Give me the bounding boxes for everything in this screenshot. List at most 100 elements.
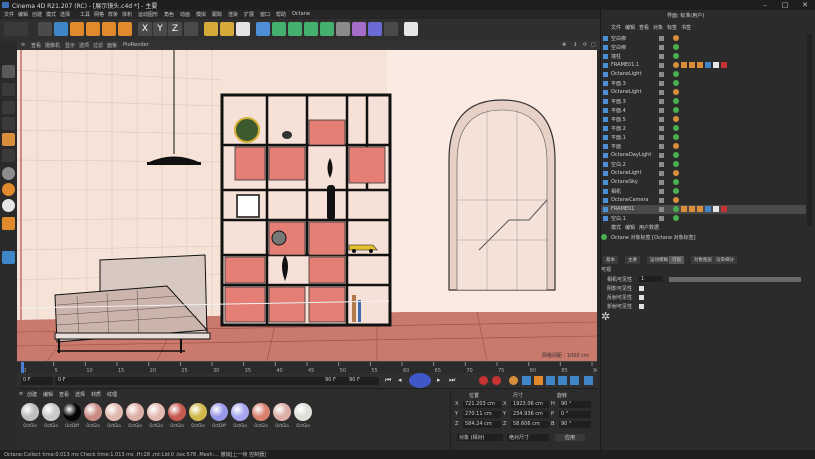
cube-icon[interactable]: [256, 22, 270, 36]
coord-position-field[interactable]: 721.203 cm: [463, 401, 501, 408]
object-tag-icon[interactable]: [673, 53, 679, 59]
sculpt-icon[interactable]: [2, 183, 15, 196]
object-row[interactable]: 空白.2: [601, 160, 806, 169]
material-swatch[interactable]: [84, 403, 102, 421]
object-tag-icon[interactable]: [673, 188, 679, 194]
object-row[interactable]: 平面.4: [601, 106, 806, 115]
object-tag-icon[interactable]: [673, 107, 679, 113]
object-row[interactable]: 平面.1: [601, 133, 806, 142]
material-tag-icon[interactable]: [705, 206, 711, 212]
attr-checkbox[interactable]: [639, 286, 644, 291]
coord-size-field[interactable]: 1923.06 cm: [511, 401, 549, 408]
workplane-icon[interactable]: [2, 199, 15, 212]
object-row[interactable]: 平面.2: [601, 124, 806, 133]
object-row[interactable]: 平面.3: [601, 79, 806, 88]
attr-tab[interactable]: 渲染细分: [713, 256, 737, 264]
object-row[interactable]: 墙柱: [601, 52, 806, 61]
visibility-toggle[interactable]: [659, 189, 664, 194]
scale-tool-icon[interactable]: [70, 22, 84, 36]
menu-mesh[interactable]: 网格: [94, 11, 104, 18]
visibility-toggle[interactable]: [659, 81, 664, 86]
attr-slider[interactable]: [669, 277, 801, 282]
visibility-toggle[interactable]: [659, 198, 664, 203]
visibility-toggle[interactable]: [659, 54, 664, 59]
coord-mode-select[interactable]: 对象 (相对): [457, 434, 503, 441]
coord-rotation-field[interactable]: 90 °: [559, 421, 591, 428]
material-tag-icon[interactable]: [713, 206, 719, 212]
auto-key-icon[interactable]: [492, 376, 501, 385]
material-menu-edit[interactable]: 编辑: [43, 391, 53, 398]
play-button[interactable]: [409, 373, 431, 388]
go-to-start-icon[interactable]: ⏮: [385, 376, 394, 385]
octane-light-icon[interactable]: [404, 22, 418, 36]
render-view-icon[interactable]: [204, 22, 218, 36]
menu-extensions[interactable]: 扩展: [244, 11, 254, 18]
object-row[interactable]: OctaneDayLight: [601, 151, 806, 160]
attr-tab[interactable]: 可视: [669, 256, 684, 264]
object-row[interactable]: OctaneSky: [601, 178, 806, 187]
viewport-menu-options[interactable]: 选项: [79, 42, 89, 49]
coord-tool-icon[interactable]: [118, 22, 132, 36]
object-row[interactable]: 平面.3: [601, 97, 806, 106]
menu-window[interactable]: 窗口: [260, 11, 270, 18]
record-icon[interactable]: [479, 376, 488, 385]
points-mode-icon[interactable]: [2, 101, 15, 114]
material-tag-icon[interactable]: [681, 62, 687, 68]
visibility-toggle[interactable]: [659, 135, 664, 140]
material-menu-create[interactable]: 创建: [27, 391, 37, 398]
3d-viewport[interactable]: 网格间距 : 1000 cm: [17, 50, 597, 361]
key-scale-icon[interactable]: [534, 376, 543, 385]
object-tab-bookmarks[interactable]: 书签: [681, 24, 691, 31]
menu-create[interactable]: 创建: [32, 11, 42, 18]
spline-pen-icon[interactable]: [272, 22, 286, 36]
visibility-toggle[interactable]: [659, 126, 664, 131]
viewport-maximize-icon[interactable]: □: [591, 42, 596, 48]
material-swatch[interactable]: [252, 403, 270, 421]
visibility-toggle[interactable]: [659, 117, 664, 122]
menu-character[interactable]: 角色: [164, 11, 174, 18]
object-tab-view[interactable]: 查看: [639, 24, 649, 31]
undo-icon[interactable]: [4, 22, 28, 36]
render-settings-icon[interactable]: [236, 22, 250, 36]
next-key-icon[interactable]: ▸: [437, 376, 446, 385]
axis-mode-icon[interactable]: [2, 149, 15, 162]
material-tag-icon[interactable]: [713, 62, 719, 68]
menu-track[interactable]: 跟踪: [212, 11, 222, 18]
attr-tab[interactable]: 对象图层: [691, 256, 715, 264]
object-row[interactable]: OctaneLight: [601, 88, 806, 97]
object-tab-object[interactable]: 对象: [653, 24, 663, 31]
object-tag-icon[interactable]: [673, 215, 679, 221]
go-to-end-icon[interactable]: ⏭: [449, 376, 458, 385]
polygons-mode-icon[interactable]: [2, 133, 15, 146]
material-swatch[interactable]: [273, 403, 291, 421]
object-row[interactable]: FRAME01.1: [601, 61, 806, 70]
object-row[interactable]: FRAME01: [601, 205, 806, 214]
attr-tab[interactable]: 基本: [603, 256, 618, 264]
viewport-move-icon[interactable]: ✥: [562, 42, 566, 48]
menu-volume[interactable]: 体积: [122, 11, 132, 18]
viewport-menu-filter[interactable]: 过滤: [93, 42, 103, 49]
attr-tab-edit[interactable]: 编辑: [625, 224, 635, 231]
viewport-menu-view[interactable]: 查看: [31, 42, 41, 49]
object-row[interactable]: OctaneCamera: [601, 196, 806, 205]
rotate-tool-icon[interactable]: [86, 22, 100, 36]
object-tag-icon[interactable]: [673, 143, 679, 149]
material-swatch[interactable]: [231, 403, 249, 421]
material-tag-icon[interactable]: [689, 62, 695, 68]
layout-label[interactable]: 界面: 标准(用户): [667, 12, 704, 19]
object-tab-edit[interactable]: 编辑: [625, 24, 635, 31]
camera-icon[interactable]: [368, 22, 382, 36]
object-tag-icon[interactable]: [673, 206, 679, 212]
object-tag-icon[interactable]: [673, 161, 679, 167]
object-row[interactable]: 空白绑: [601, 43, 806, 52]
light-icon[interactable]: [384, 22, 398, 36]
material-menu-view[interactable]: 查看: [59, 391, 69, 398]
menu-tools[interactable]: 工具: [80, 11, 90, 18]
hamburger-icon[interactable]: ≡: [21, 42, 25, 48]
material-tag-icon[interactable]: [681, 206, 687, 212]
material-menu-material[interactable]: 材质: [91, 391, 101, 398]
object-tag-icon[interactable]: [673, 44, 679, 50]
coord-rotation-field[interactable]: 0 °: [559, 411, 591, 418]
key-position-icon[interactable]: [522, 376, 531, 385]
timeline-menu-icon[interactable]: [584, 376, 593, 385]
